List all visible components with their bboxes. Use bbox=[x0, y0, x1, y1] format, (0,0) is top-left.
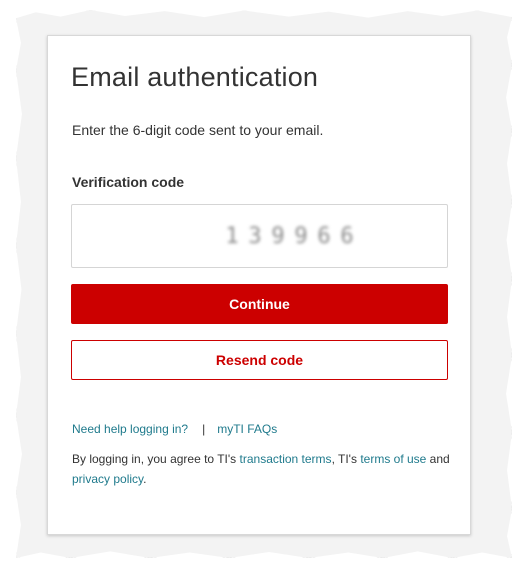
page-title: Email authentication bbox=[71, 62, 319, 92]
instructions-text: Enter the 6-digit code sent to your emai… bbox=[72, 122, 324, 138]
code-digits: 1 3 9 9 6 6 bbox=[225, 224, 354, 249]
legal-notice: By logging in, you agree to TI's transac… bbox=[72, 449, 452, 489]
continue-button[interactable]: Continue bbox=[71, 284, 448, 324]
legal-middle: , TI's bbox=[331, 452, 361, 466]
code-digit: 9 bbox=[271, 223, 285, 249]
code-digit: 6 bbox=[317, 223, 331, 249]
need-help-link[interactable]: Need help logging in? bbox=[72, 422, 188, 436]
transaction-terms-link[interactable]: transaction terms bbox=[240, 452, 332, 466]
resend-code-button[interactable]: Resend code bbox=[71, 340, 448, 380]
privacy-policy-link[interactable]: privacy policy bbox=[72, 472, 143, 486]
verification-code-input[interactable]: 1 3 9 9 6 6 bbox=[71, 204, 448, 268]
code-digit: 6 bbox=[340, 223, 354, 249]
terms-of-use-link[interactable]: terms of use bbox=[360, 452, 426, 466]
legal-and: and bbox=[426, 452, 450, 466]
screenshot-frame: Email authentication Enter the 6-digit c… bbox=[0, 0, 532, 579]
myti-faqs-link[interactable]: myTI FAQs bbox=[217, 422, 277, 436]
code-digit: 1 bbox=[225, 223, 239, 249]
help-links: Need help logging in? | myTI FAQs bbox=[72, 422, 277, 436]
verification-code-label: Verification code bbox=[72, 174, 185, 190]
code-digit: 3 bbox=[248, 223, 262, 249]
link-separator: | bbox=[202, 422, 206, 436]
code-digit: 9 bbox=[294, 223, 308, 249]
legal-suffix: . bbox=[143, 472, 147, 486]
auth-card: Email authentication Enter the 6-digit c… bbox=[47, 35, 471, 535]
legal-prefix: By logging in, you agree to TI's bbox=[72, 452, 240, 466]
